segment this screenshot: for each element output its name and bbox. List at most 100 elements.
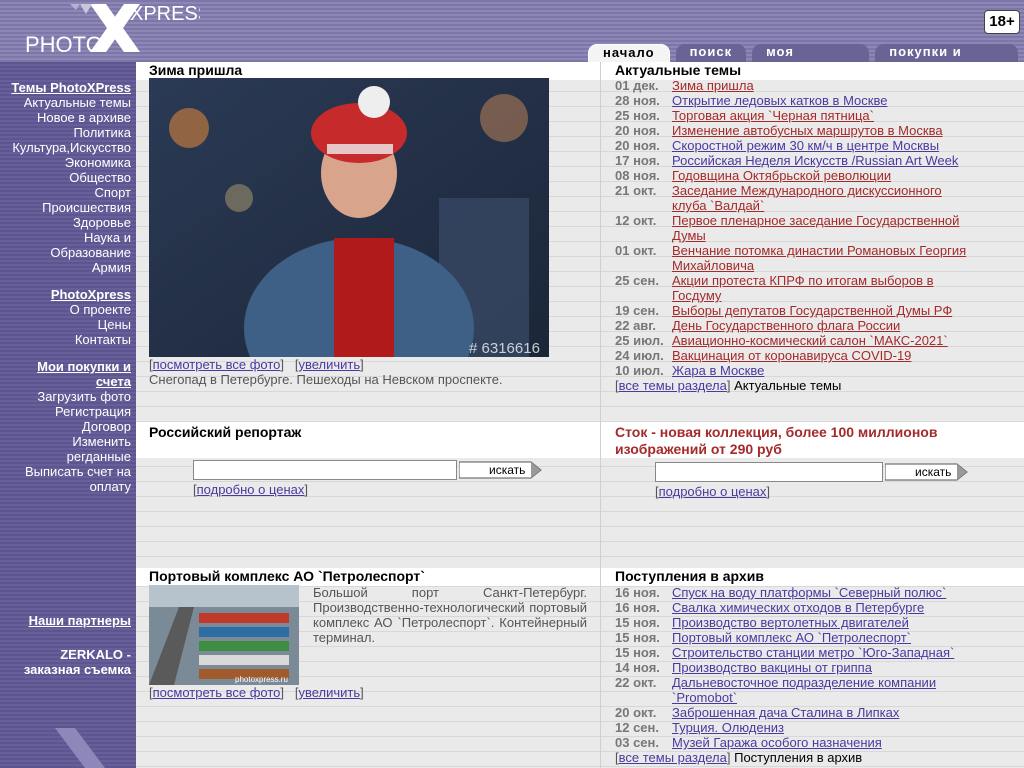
actual-all-sections-link[interactable]: все темы раздела: [619, 378, 727, 393]
item-title-link[interactable]: Выборы депутатов Государственной Думы РФ: [672, 303, 952, 318]
photoxpress-logo[interactable]: PHOTO XPRESS: [20, 0, 200, 60]
item-title-line[interactable]: `Promobot`: [672, 690, 737, 705]
sidebar-item[interactable]: Армия: [0, 260, 136, 275]
item-title-link[interactable]: Вакцинация от коронавируса COVID-19: [672, 348, 911, 363]
item-title-line[interactable]: Вакцинация от коронавируса COVID-19: [672, 348, 911, 363]
sidebar-item[interactable]: Здоровье: [0, 215, 136, 230]
sidebar-item[interactable]: Новое в архиве: [0, 110, 136, 125]
item-title-link[interactable]: Турция. Олюдениз: [672, 720, 784, 735]
item-title-line[interactable]: Жара в Москве: [672, 363, 764, 378]
sidebar-item[interactable]: Выписать счет на: [0, 464, 136, 479]
sidebar-item[interactable]: Экономика: [0, 155, 136, 170]
item-title-line[interactable]: Заброшенная дача Сталина в Липках: [672, 705, 899, 720]
item-title-link[interactable]: Дальневосточное подразделение компании `P…: [672, 675, 936, 705]
item-title-line[interactable]: Заседание Международного дискуссионного: [672, 183, 942, 198]
tab-home[interactable]: начало: [588, 44, 670, 64]
tab-search[interactable]: поиск: [675, 44, 747, 62]
sidebar-item[interactable]: Культура,Искусство: [0, 140, 136, 155]
sidebar-item[interactable]: регданные: [0, 449, 136, 464]
feature-photo[interactable]: # 6316616: [149, 78, 549, 357]
item-title-link[interactable]: Свалка химических отходов в Петербурге: [672, 600, 924, 615]
item-title-line[interactable]: Акции протеста КПРФ по итогам выборов в: [672, 273, 934, 288]
item-title-line[interactable]: Годовщина Октябрьской революции: [672, 168, 891, 183]
item-title-line[interactable]: Скоростной режим 30 км/ч в центре Москвы: [672, 138, 939, 153]
item-title-link[interactable]: Производство вертолетных двигателей: [672, 615, 909, 630]
item-title-line[interactable]: День Государственного флага России: [672, 318, 900, 333]
item-title-link[interactable]: Венчание потомка династии Романовых Геор…: [672, 243, 966, 273]
item-title-link[interactable]: Открытие ледовых катков в Москве: [672, 93, 887, 108]
item-title-link[interactable]: Первое пленарное заседание Государственн…: [672, 213, 959, 243]
item-title-line[interactable]: Портовый комплекс АО `Петролеспорт`: [672, 630, 911, 645]
item-title-link[interactable]: Производство вакцины от гриппа: [672, 660, 872, 675]
item-title-line[interactable]: Турция. Олюдениз: [672, 720, 784, 735]
item-title-link[interactable]: Заброшенная дача Сталина в Липках: [672, 705, 899, 720]
item-title-link[interactable]: Музей Гаража особого назначения: [672, 735, 882, 750]
sidebar-item[interactable]: Происшествия: [0, 200, 136, 215]
sidebar-item[interactable]: Изменить: [0, 434, 136, 449]
port-view-all-link[interactable]: посмотреть все фото: [153, 685, 281, 700]
item-title-link[interactable]: Спуск на воду платформы `Северный полюс`: [672, 585, 946, 600]
stock-search-button[interactable]: искать: [885, 460, 969, 484]
reportage-price-link[interactable]: подробно о ценах: [197, 482, 305, 497]
sidebar-item[interactable]: счета: [0, 374, 136, 389]
item-title-link[interactable]: Российская Неделя Искусств /Russian Art …: [672, 153, 958, 168]
sidebar-item[interactable]: Актуальные темы: [0, 95, 136, 110]
item-title-line[interactable]: Производство вертолетных двигателей: [672, 615, 909, 630]
sidebar-zerkalo-sub[interactable]: заказная съемка: [24, 662, 136, 677]
item-title-line[interactable]: Свалка химических отходов в Петербурге: [672, 600, 924, 615]
sidebar-item[interactable]: Мои покупки и: [0, 359, 136, 374]
item-title-line[interactable]: Музей Гаража особого назначения: [672, 735, 882, 750]
item-title-line[interactable]: Торговая акция `Черная пятница`: [672, 108, 874, 123]
sidebar-item[interactable]: Договор: [0, 419, 136, 434]
item-title-line[interactable]: Строительство станции метро `Юго-Западна…: [672, 645, 954, 660]
sidebar-item[interactable]: PhotoXpress: [0, 287, 136, 302]
item-title-line[interactable]: клуба `Валдай`: [672, 198, 764, 213]
archive-all-sections-link[interactable]: все темы раздела: [619, 750, 727, 765]
sidebar-zerkalo-link[interactable]: ZERKALO -: [60, 647, 136, 662]
sidebar-item[interactable]: Контакты: [0, 332, 136, 347]
item-title-line[interactable]: Российская Неделя Искусств /Russian Art …: [672, 153, 958, 168]
sidebar-item[interactable]: Регистрация: [0, 404, 136, 419]
sidebar-item[interactable]: Цены: [0, 317, 136, 332]
reportage-search-input[interactable]: [193, 460, 457, 480]
view-all-photos-link[interactable]: посмотреть все фото: [153, 357, 281, 372]
item-title-line[interactable]: Венчание потомка династии Романовых Геор…: [672, 243, 966, 258]
zoom-link[interactable]: увеличить: [298, 357, 360, 372]
item-title-line[interactable]: Производство вакцины от гриппа: [672, 660, 872, 675]
item-title-line[interactable]: Дальневосточное подразделение компании: [672, 675, 936, 690]
item-title-link[interactable]: Скоростной режим 30 км/ч в центре Москвы: [672, 138, 939, 153]
stock-price-link[interactable]: подробно о ценах: [659, 484, 767, 499]
item-title-link[interactable]: Жара в Москве: [672, 363, 764, 378]
item-title-link[interactable]: Годовщина Октябрьской революции: [672, 168, 891, 183]
item-title-link[interactable]: День Государственного флага России: [672, 318, 900, 333]
reportage-search-button[interactable]: искать: [459, 458, 543, 482]
sidebar-item[interactable]: оплату: [0, 479, 136, 494]
item-title-link[interactable]: Заседание Международного дискуссионного к…: [672, 183, 942, 213]
item-title-link[interactable]: Акции протеста КПРФ по итогам выборов вГ…: [672, 273, 934, 303]
sidebar-item[interactable]: Темы PhotoXPress: [0, 80, 136, 95]
item-title-link[interactable]: Изменение автобусных маршрутов в Москва: [672, 123, 943, 138]
tab-cart[interactable]: моя корзина: [752, 44, 870, 74]
item-title-line[interactable]: Михайловича: [672, 258, 754, 273]
sidebar-item[interactable]: Общество: [0, 170, 136, 185]
sidebar-item[interactable]: Политика: [0, 125, 136, 140]
item-title-link[interactable]: Строительство станции метро `Юго-Западна…: [672, 645, 954, 660]
port-zoom-link[interactable]: увеличить: [298, 685, 360, 700]
item-title-line[interactable]: Спуск на воду платформы `Северный полюс`: [672, 585, 946, 600]
port-thumbnail[interactable]: photoxpress.ru: [149, 585, 299, 685]
sidebar-item[interactable]: Наука и: [0, 230, 136, 245]
item-title-link[interactable]: Авиационно-космический салон `МАКС-2021`: [672, 333, 948, 348]
item-title-line[interactable]: Думы: [672, 228, 706, 243]
item-title-line[interactable]: Авиационно-космический салон `МАКС-2021`: [672, 333, 948, 348]
stock-search-input[interactable]: [655, 462, 883, 482]
item-title-line[interactable]: Изменение автобусных маршрутов в Москва: [672, 123, 943, 138]
item-title-link[interactable]: Зима пришла: [672, 78, 754, 93]
item-title-line[interactable]: Зима пришла: [672, 78, 754, 93]
item-title-link[interactable]: Торговая акция `Черная пятница`: [672, 108, 874, 123]
item-title-link[interactable]: Портовый комплекс АО `Петролеспорт`: [672, 630, 911, 645]
item-title-line[interactable]: Выборы депутатов Государственной Думы РФ: [672, 303, 952, 318]
sidebar-item[interactable]: О проекте: [0, 302, 136, 317]
item-title-line[interactable]: Открытие ледовых катков в Москве: [672, 93, 887, 108]
tab-purchases[interactable]: покупки и счета: [875, 44, 1018, 74]
sidebar-partners-link[interactable]: Наши партнеры: [29, 613, 136, 628]
